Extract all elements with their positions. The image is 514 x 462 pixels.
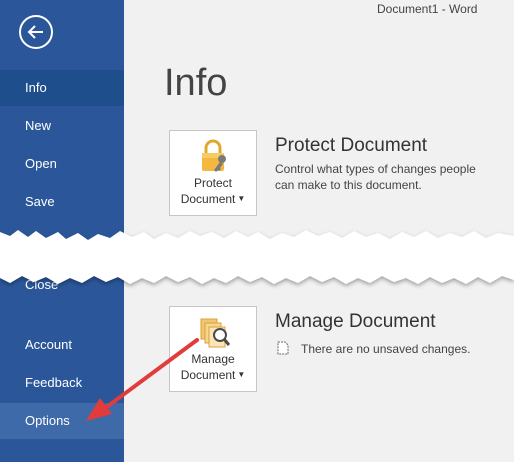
protect-document-button[interactable]: Protect Document ▼: [169, 130, 257, 216]
nav-info[interactable]: Info: [0, 70, 124, 106]
manage-document-title: Manage Document: [275, 311, 436, 332]
nav-save[interactable]: Save: [0, 184, 124, 220]
documents-search-icon: [200, 318, 231, 348]
manage-document-desc: There are no unsaved changes.: [301, 342, 471, 356]
nav-options[interactable]: Options: [0, 403, 124, 439]
protect-document-title: Protect Document: [275, 135, 428, 156]
torn-edge-divider: [0, 230, 514, 284]
protect-document-desc-2: can make to this document.: [275, 178, 422, 192]
protect-button-label-1: Protect: [193, 176, 232, 190]
manage-button-label-2: Document ▼: [180, 368, 246, 382]
protect-button-label-2: Document ▼: [180, 192, 246, 206]
back-arrow-icon: [27, 25, 43, 39]
nav-account[interactable]: Account: [0, 327, 124, 363]
protect-document-desc-1: Control what types of changes people: [275, 162, 476, 176]
nav-open[interactable]: Open: [0, 146, 124, 182]
chevron-down-icon: ▼: [237, 370, 246, 379]
manage-button-label-1: Manage: [191, 352, 235, 366]
manage-document-button[interactable]: Manage Document ▼: [169, 306, 257, 392]
window-title: Document1 - Word: [377, 2, 478, 16]
chevron-down-icon: ▼: [237, 194, 246, 203]
document-icon: [277, 341, 289, 355]
nav-feedback[interactable]: Feedback: [0, 365, 124, 401]
lock-key-icon: [202, 139, 226, 172]
back-button[interactable]: [19, 15, 53, 49]
page-title: Info: [164, 62, 228, 104]
nav-new[interactable]: New: [0, 108, 124, 144]
